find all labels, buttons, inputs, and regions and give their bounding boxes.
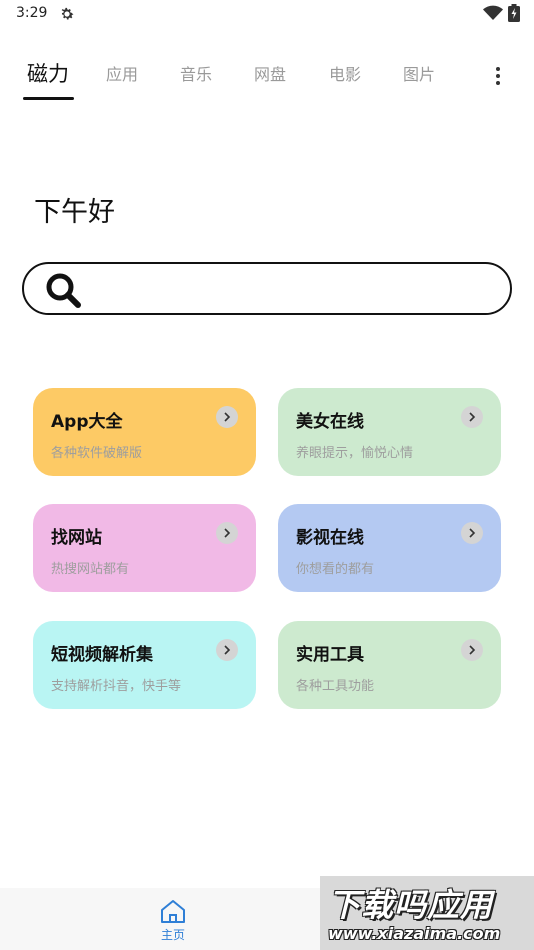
watermark-url: www.xiazaima.com — [328, 924, 501, 943]
chevron-right-icon — [461, 406, 483, 428]
card-subtitle: 支持解析抖音，快手等 — [51, 679, 182, 694]
search-box[interactable] — [22, 262, 512, 315]
card-title: 影视在线 — [296, 528, 364, 548]
tab-music[interactable]: 音乐 — [180, 61, 212, 85]
battery-icon — [508, 4, 520, 22]
watermark-logo: 下载吗应用 www.xiazaima.com — [320, 876, 534, 950]
nav-home-label: 主页 — [160, 928, 185, 942]
card-subtitle: 各种工具功能 — [296, 679, 375, 694]
nav-home[interactable]: 主页 — [143, 888, 203, 950]
greeting: 下午好 — [34, 197, 115, 228]
card-subtitle: 你想看的都有 — [296, 562, 375, 577]
search-input[interactable] — [96, 272, 496, 306]
wifi-icon — [483, 5, 503, 20]
active-tab-indicator — [23, 97, 74, 100]
card-title: 短视频解析集 — [51, 645, 153, 665]
status-time: 3:29 — [16, 5, 48, 21]
gear-icon — [61, 7, 74, 20]
category-tabs: 磁力 应用 音乐 网盘 电影 图片 — [0, 50, 534, 106]
card-app-collection[interactable]: App大全 各种软件破解版 — [33, 388, 256, 476]
home-icon — [161, 900, 185, 923]
card-title: App大全 — [51, 412, 123, 432]
chevron-right-icon — [461, 639, 483, 661]
card-subtitle: 各种软件破解版 — [51, 446, 143, 461]
card-title: 实用工具 — [296, 645, 364, 665]
card-subtitle: 养眼提示，愉悦心情 — [296, 446, 414, 461]
card-title: 找网站 — [51, 528, 102, 548]
watermark-title: 下载吗应用 — [328, 886, 494, 924]
search-icon[interactable] — [44, 272, 84, 308]
tab-movies[interactable]: 电影 — [329, 61, 361, 85]
card-utility-tools[interactable]: 实用工具 各种工具功能 — [278, 621, 501, 709]
card-title: 美女在线 — [296, 412, 364, 432]
tab-magnet[interactable]: 磁力 — [27, 58, 69, 88]
chevron-right-icon — [216, 639, 238, 661]
chevron-right-icon — [216, 406, 238, 428]
card-find-websites[interactable]: 找网站 热搜网站都有 — [33, 504, 256, 592]
chevron-right-icon — [216, 522, 238, 544]
card-video-online[interactable]: 影视在线 你想看的都有 — [278, 504, 501, 592]
card-beauty-online[interactable]: 美女在线 养眼提示，愉悦心情 — [278, 388, 501, 476]
card-short-video-parser[interactable]: 短视频解析集 支持解析抖音，快手等 — [33, 621, 256, 709]
tab-images[interactable]: 图片 — [403, 61, 435, 85]
status-bar: 3:29 — [0, 0, 534, 28]
tab-apps[interactable]: 应用 — [106, 61, 138, 85]
tab-cloud-drive[interactable]: 网盘 — [254, 61, 286, 85]
chevron-right-icon — [461, 522, 483, 544]
card-subtitle: 热搜网站都有 — [51, 562, 130, 577]
more-vertical-icon[interactable] — [486, 64, 510, 88]
